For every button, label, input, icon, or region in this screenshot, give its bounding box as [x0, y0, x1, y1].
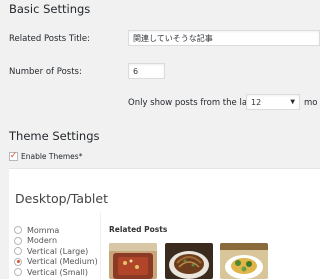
preview-heading: Desktop/Tablet: [15, 191, 108, 206]
theme-option-momma[interactable]: Momma: [14, 225, 98, 236]
radio-button: [14, 247, 22, 256]
theme-option-label: Momma: [27, 225, 60, 235]
related-post-thumbnail: [165, 243, 213, 279]
basic-settings-heading: Basic Settings: [9, 2, 91, 16]
theme-option-vertical-small[interactable]: Vertical (Small): [14, 267, 98, 278]
checkmark-icon: ✓: [9, 151, 18, 161]
number-of-posts-label: Number of Posts:: [9, 67, 82, 77]
related-posts-title-label: Related Posts Title:: [9, 34, 90, 44]
chevron-down-icon: ▼: [290, 98, 295, 106]
show-posts-from-select[interactable]: 12 ▼: [246, 94, 300, 110]
number-of-posts-value: 6: [133, 66, 139, 76]
theme-radio-list: Momma Modern Vertical (Large) Vertical (…: [14, 225, 98, 278]
enable-themes-checkbox[interactable]: ✓: [9, 152, 18, 161]
radio-button: [14, 268, 22, 277]
theme-option-vertical-medium[interactable]: Vertical (Medium): [14, 257, 98, 268]
related-post-thumbnail: [220, 243, 268, 279]
show-posts-from-label: Only show posts from the last: [128, 98, 255, 108]
related-posts-preview-heading: Related Posts: [109, 225, 168, 234]
radio-button-selected: [14, 257, 22, 266]
related-posts-title-input[interactable]: 関連していそうな記事: [128, 30, 320, 46]
radio-button: [14, 226, 22, 235]
radio-button: [14, 236, 22, 245]
theme-option-label: Vertical (Small): [27, 267, 88, 277]
theme-preview-panel: Desktop/Tablet Momma Modern Vertical (La…: [9, 168, 320, 279]
show-posts-from-value: 12: [251, 97, 262, 107]
related-post-thumbnail: [109, 243, 157, 279]
theme-option-vertical-large[interactable]: Vertical (Large): [14, 246, 98, 257]
theme-option-label: Modern: [27, 236, 58, 246]
show-posts-from-unit: mo: [304, 98, 318, 108]
theme-option-label: Vertical (Large): [27, 246, 89, 256]
related-posts-preview: Related Posts: [100, 212, 320, 279]
enable-themes-label: Enable Themes*: [21, 152, 83, 161]
related-posts-title-value: 関連していそうな記事: [133, 33, 213, 43]
food-photo-icon: [220, 243, 268, 279]
theme-settings-heading: Theme Settings: [9, 129, 100, 143]
number-of-posts-input[interactable]: 6: [128, 63, 165, 79]
food-photo-icon: [165, 243, 213, 279]
theme-option-modern[interactable]: Modern: [14, 236, 98, 247]
theme-option-label: Vertical (Medium): [27, 257, 98, 267]
food-photo-icon: [109, 243, 157, 279]
